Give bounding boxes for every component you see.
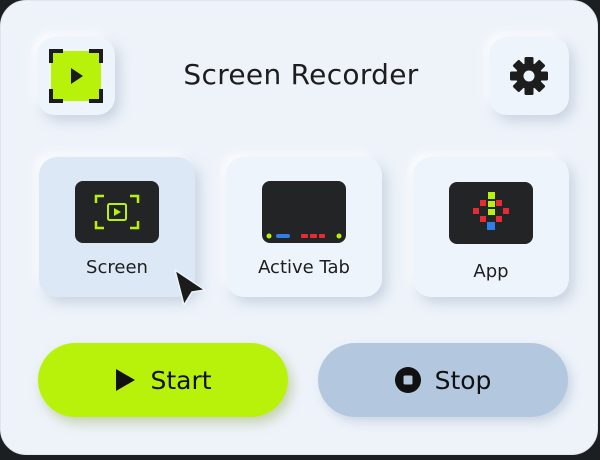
mode-label-app: App [473, 261, 509, 282]
stop-icon [394, 367, 421, 393]
play-icon [116, 369, 136, 391]
app-title: Screen Recorder [183, 58, 419, 91]
settings-button[interactable] [489, 37, 569, 115]
start-label: Start [150, 365, 212, 395]
background-strip [0, 455, 600, 460]
logo-button[interactable] [37, 37, 115, 115]
app-grid-icon [449, 182, 533, 244]
gear-icon [510, 57, 548, 95]
record-screen-icon [49, 49, 103, 103]
mouse-cursor-icon [174, 269, 206, 306]
screen-capture-icon [75, 181, 159, 243]
mode-label-active-tab: Active Tab [258, 257, 350, 278]
start-button[interactable]: Start [38, 343, 288, 417]
stop-button[interactable]: Stop [318, 343, 568, 417]
mode-card-active-tab[interactable]: Active Tab [226, 157, 382, 297]
stop-label: Stop [434, 365, 492, 395]
browser-tab-icon [262, 181, 346, 243]
recorder-panel: Screen Recorder Screen Active Tab App St… [0, 0, 598, 455]
mode-card-app[interactable]: App [413, 157, 569, 297]
